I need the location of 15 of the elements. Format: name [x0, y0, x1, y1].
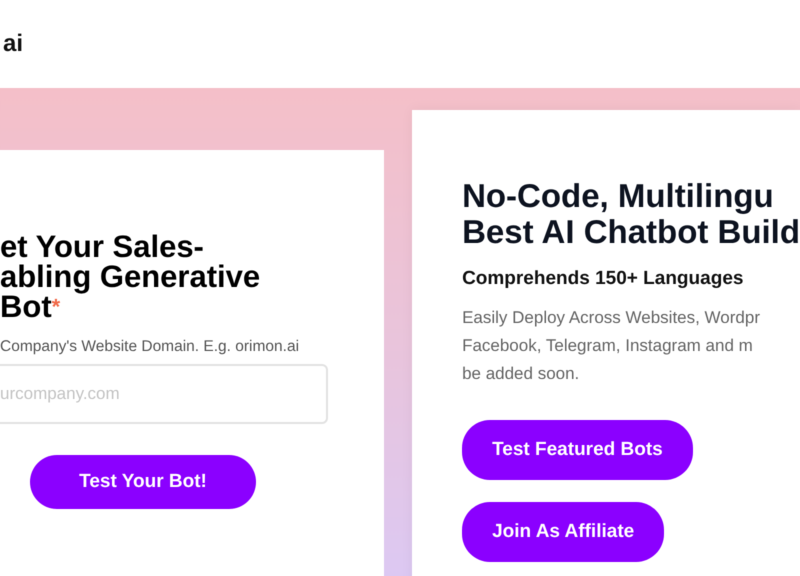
action-button[interactable]: Join As Affiliate: [462, 502, 664, 562]
subheading: Comprehends 150+ Languages: [462, 268, 744, 290]
test-bot-button[interactable]: Test Your Bot!: [30, 455, 256, 509]
body-text-line: be added soon.: [462, 363, 580, 385]
body-text-line: Facebook, Telegram, Instagram and m: [462, 335, 753, 357]
logo[interactable]: ai: [3, 30, 24, 58]
heading-line: No-Code, Multilingu: [462, 178, 774, 214]
action-button[interactable]: Test Featured Bots: [462, 420, 693, 480]
heading-line: Best AI Chatbot Build: [462, 214, 800, 250]
body-text-line: Easily Deploy Across Websites, Wordpr: [462, 307, 760, 329]
field-label: Company's Website Domain. E.g. orimon.ai: [0, 338, 300, 356]
heading-line: Bot*: [0, 292, 60, 322]
heading-line: et Your Sales-: [0, 232, 204, 262]
heading-line: abling Generative: [0, 262, 260, 292]
domain-input-field[interactable]: urcompany.com: [0, 364, 328, 424]
